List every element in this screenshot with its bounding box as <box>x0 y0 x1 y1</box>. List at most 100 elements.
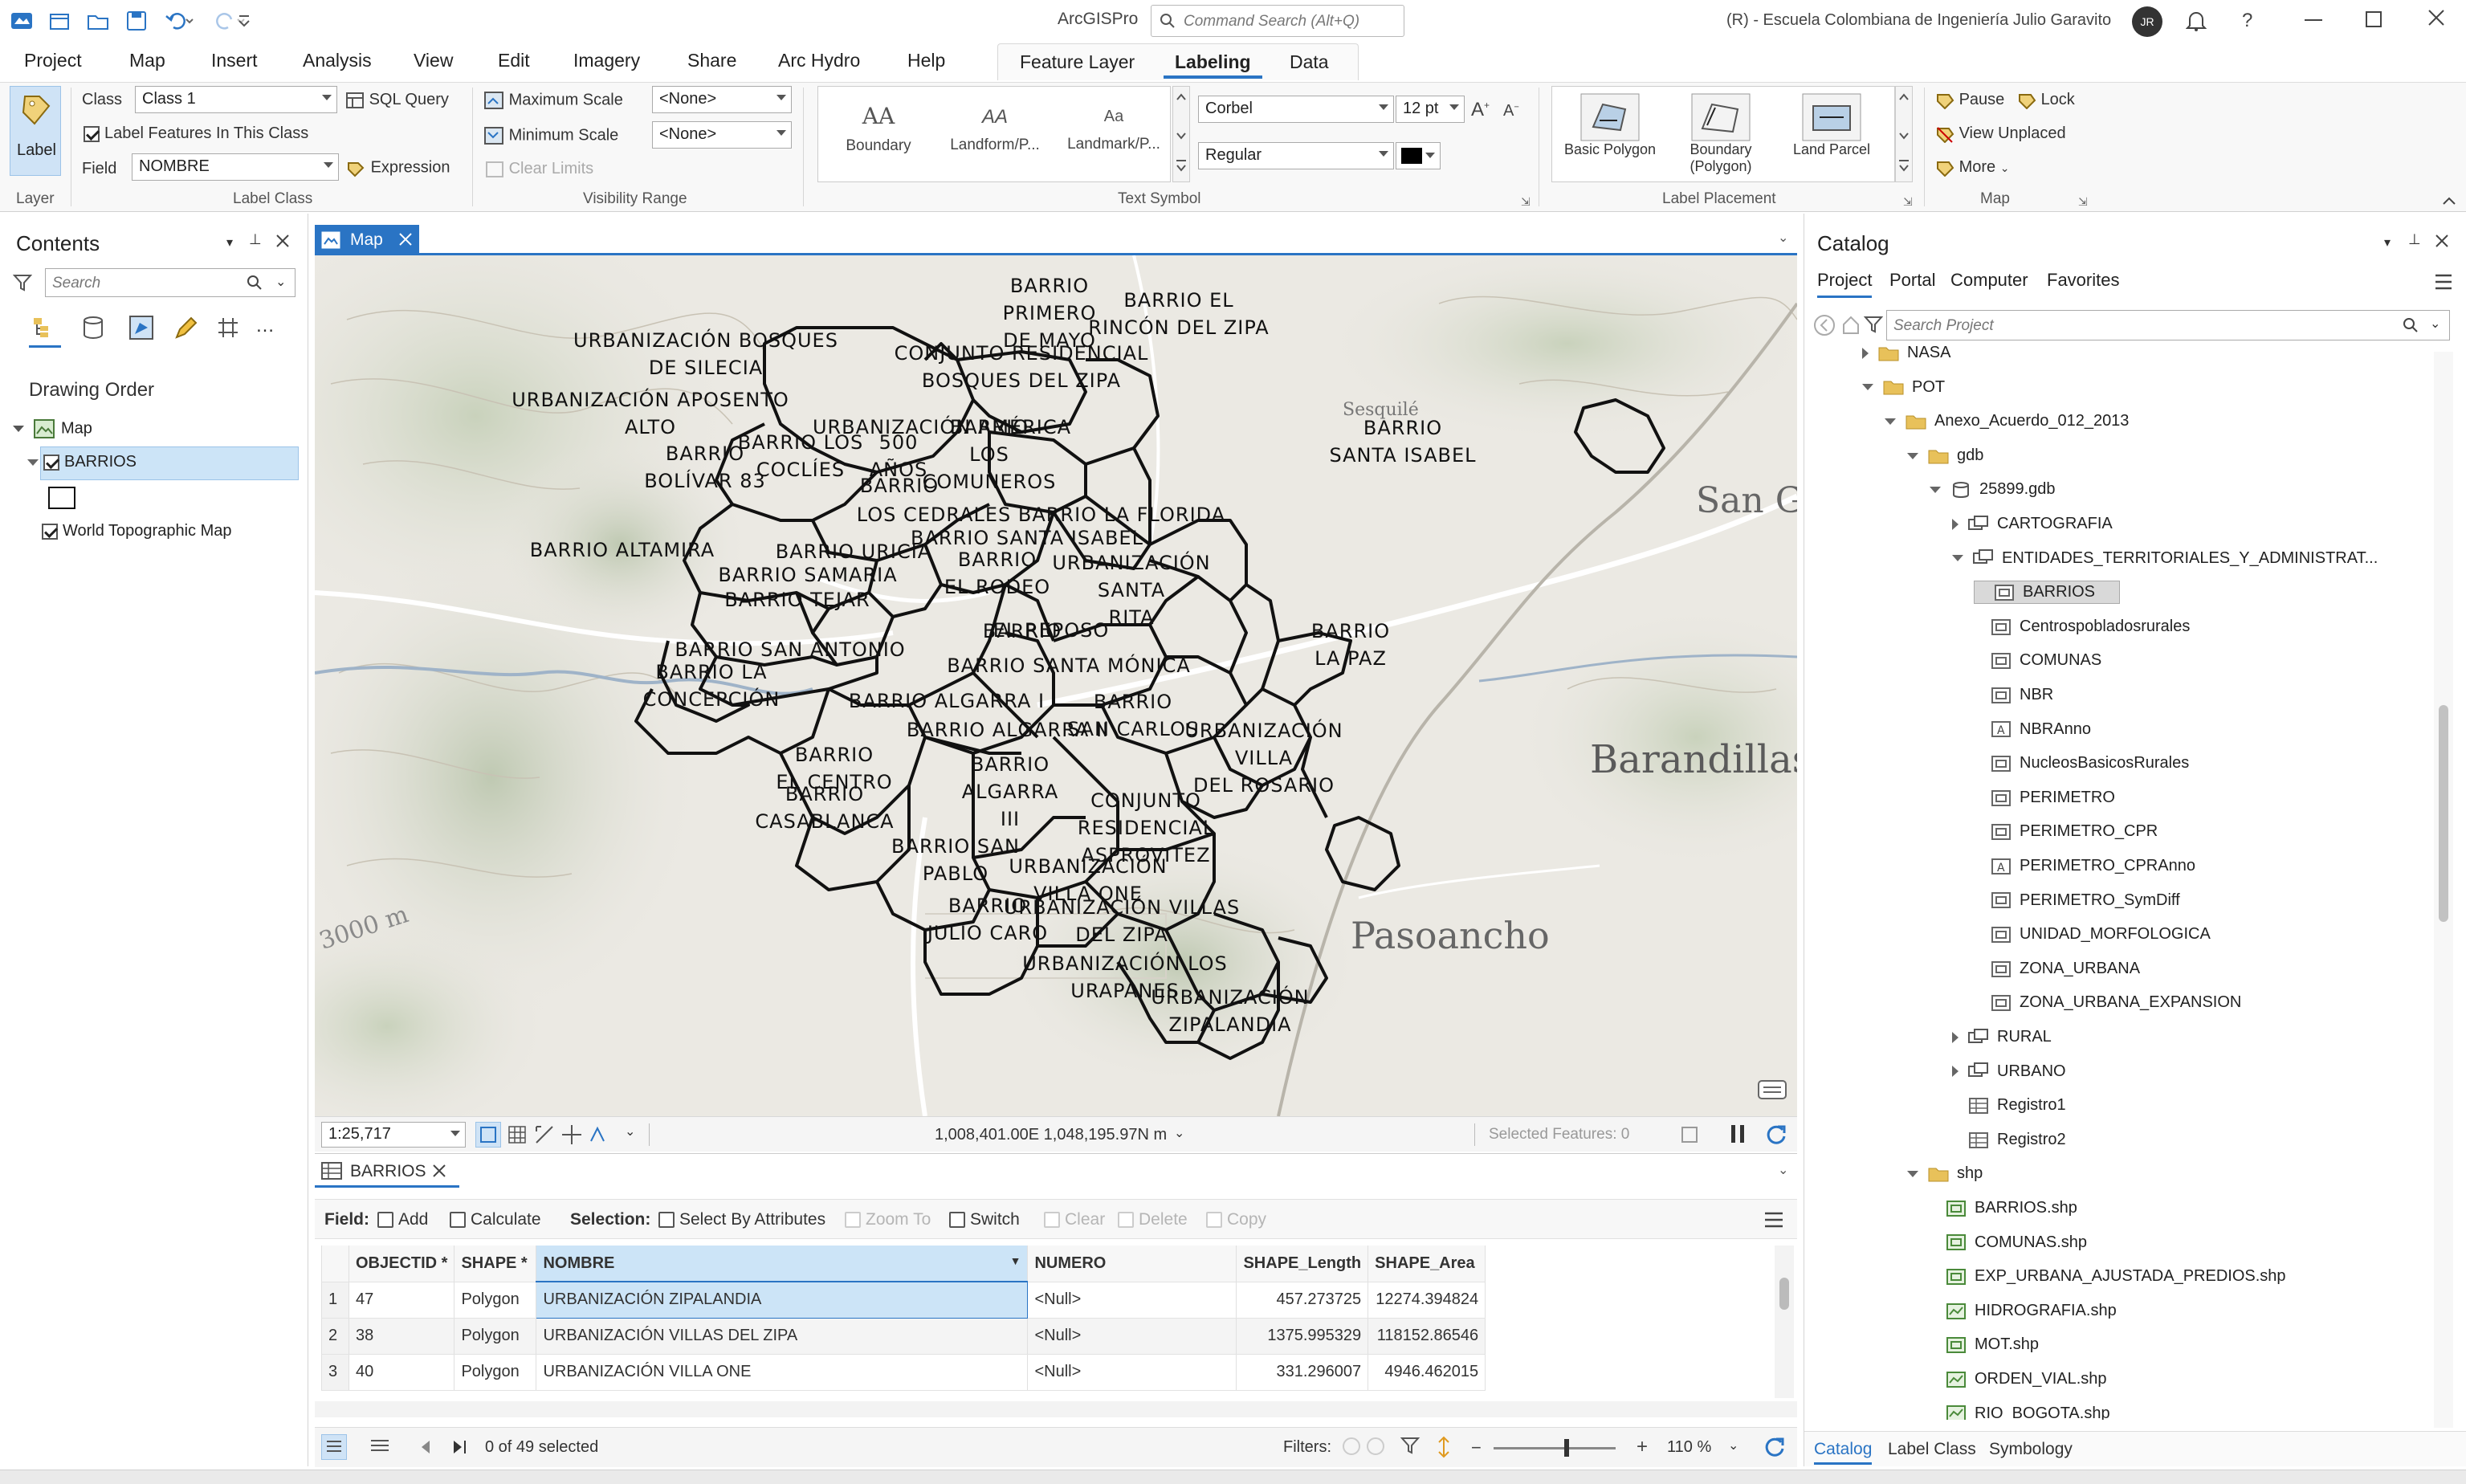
font-size-select[interactable]: 12 pt <box>1396 96 1465 123</box>
pane-options-icon[interactable]: ▾ <box>226 234 233 251</box>
table-cell[interactable]: 4946.462015 <box>1368 1354 1486 1391</box>
refresh-small-icon[interactable] <box>1680 1125 1699 1144</box>
catalog-item[interactable]: COMUNAS.shp <box>1930 1233 2087 1252</box>
pane-options-icon[interactable]: ▾ <box>2384 234 2391 251</box>
bottom-tab-symbology[interactable]: Symbology <box>1989 1440 2073 1459</box>
symbol-boundary[interactable]: AA Boundary <box>826 92 931 178</box>
close-icon[interactable] <box>2427 8 2446 27</box>
catalog-item[interactable]: UNIDAD_MORFOLOGICA <box>1975 925 2211 944</box>
refresh-icon[interactable] <box>1763 1436 1786 1458</box>
collapse-icon[interactable] <box>1952 555 1963 562</box>
chevron-down-icon[interactable]: ⌄ <box>1778 1162 1788 1178</box>
placement-gallery-scroll[interactable] <box>1895 86 1913 182</box>
catalog-item[interactable]: NBR <box>1975 686 2053 704</box>
menu-edit[interactable]: Edit <box>493 50 535 71</box>
tab-labeling[interactable]: Labeling <box>1164 45 1262 79</box>
collapse-icon[interactable] <box>1930 487 1941 494</box>
list-by-snapping-icon[interactable] <box>215 315 241 340</box>
filter-icon[interactable] <box>1400 1436 1423 1458</box>
table-cell[interactable]: 40 <box>349 1354 455 1391</box>
column-header[interactable]: SHAPE_Area <box>1368 1246 1486 1282</box>
collapse-icon[interactable] <box>1885 418 1896 425</box>
list-by-drawing-order-icon[interactable] <box>32 315 58 340</box>
map-view-tab[interactable]: Map <box>315 225 419 255</box>
layer-visibility-checkbox[interactable] <box>43 454 59 471</box>
lock-button[interactable]: Lock <box>2017 91 2075 109</box>
command-search[interactable]: Command Search (Alt+Q) <box>1151 5 1404 37</box>
pause-button[interactable]: Pause <box>1935 91 2004 109</box>
row-number[interactable]: 1 <box>321 1282 349 1319</box>
select-by-attributes-button[interactable]: Select By Attributes <box>658 1210 825 1229</box>
catalog-tab-computer[interactable]: Computer <box>1950 270 2028 291</box>
view-unplaced-button[interactable]: View Unplaced <box>1935 124 2066 143</box>
catalog-item[interactable]: COMUNAS <box>1975 651 2101 670</box>
more-button[interactable]: More ⌄ <box>1935 158 2009 177</box>
more-options-icon[interactable]: … <box>255 315 275 337</box>
max-scale-select[interactable]: <None> <box>652 86 792 113</box>
expand-icon[interactable] <box>1952 518 1959 530</box>
switch-selection-button[interactable]: Switch <box>949 1210 1020 1229</box>
show-all-records-icon[interactable] <box>321 1434 347 1460</box>
column-header-nombre[interactable]: NOMBRE ▼ <box>536 1246 1029 1282</box>
catalog-item[interactable]: PERIMETRO_CPR <box>1975 822 2158 841</box>
table-cell[interactable]: <Null> <box>1027 1318 1237 1355</box>
placement-land-parcel[interactable]: Land Parcel <box>1780 90 1883 180</box>
map-launcher-icon[interactable]: ⇲ <box>2078 195 2088 209</box>
zoom-slider-track[interactable] <box>1494 1447 1616 1449</box>
catalog-item[interactable]: CARTOGRAFIA <box>1952 515 2113 533</box>
grid-icon[interactable] <box>506 1123 528 1146</box>
bottom-tab-catalog[interactable]: Catalog <box>1814 1440 1873 1465</box>
catalog-scrollbar[interactable] <box>2434 352 2453 1428</box>
clear-selection-button[interactable]: Clear <box>1044 1210 1105 1229</box>
collapse-icon[interactable] <box>1907 452 1918 459</box>
table-tab[interactable]: BARRIOS <box>315 1154 459 1188</box>
pin-icon[interactable]: ⊥ <box>249 231 262 248</box>
table-cell[interactable]: 118152.86546 <box>1368 1318 1486 1355</box>
column-header[interactable]: OBJECTID * <box>349 1246 455 1282</box>
zoom-in-icon[interactable]: + <box>1637 1436 1648 1458</box>
catalog-item[interactable]: RIO_BOGOTA.shp <box>1930 1404 2110 1420</box>
menu-help[interactable]: Help <box>903 50 950 71</box>
catalog-item[interactable]: NucleosBasicosRurales <box>1975 754 2189 773</box>
placement-basic-polygon[interactable]: Basic Polygon <box>1559 90 1661 180</box>
table-cell[interactable]: Polygon <box>454 1282 537 1319</box>
zoom-slider-thumb[interactable] <box>1564 1439 1569 1457</box>
extent-filter-icon[interactable] <box>1343 1437 1360 1455</box>
new-project-icon[interactable] <box>48 11 71 32</box>
catalog-item[interactable]: EXP_URBANA_AJUSTADA_PREDIOS.shp <box>1930 1267 2286 1286</box>
table-cell[interactable]: 331.296007 <box>1236 1354 1369 1391</box>
table-cell[interactable]: 12274.394824 <box>1368 1282 1486 1319</box>
font-style-select[interactable]: Regular <box>1198 142 1394 169</box>
first-record-icon[interactable] <box>414 1437 434 1457</box>
scroll-thumb[interactable] <box>1779 1278 1789 1310</box>
catalog-item[interactable]: PERIMETRO_SymDiff <box>1975 891 2180 910</box>
expand-icon[interactable] <box>1862 347 1869 359</box>
close-pane-icon[interactable] <box>2434 233 2450 249</box>
constraints-icon[interactable] <box>560 1123 583 1146</box>
map-tree-item[interactable]: Map <box>13 419 92 438</box>
symbol-landmark[interactable]: Aa Landmark/P... <box>1058 92 1170 178</box>
filter-icon[interactable] <box>1864 315 1885 336</box>
row-number[interactable]: 3 <box>321 1354 349 1391</box>
text-symbol-launcher-icon[interactable]: ⇲ <box>1521 195 1531 209</box>
back-icon[interactable] <box>1812 313 1836 337</box>
min-scale-select[interactable]: <None> <box>652 121 792 149</box>
definition-filter-icon[interactable] <box>1367 1437 1384 1455</box>
open-project-icon[interactable] <box>87 11 109 32</box>
table-row[interactable]: 3 40 Polygon URBANIZACIÓN VILLA ONE <Nul… <box>321 1354 1486 1391</box>
save-icon[interactable] <box>125 10 148 32</box>
menu-map[interactable]: Map <box>124 50 170 71</box>
catalog-item[interactable]: NASA <box>1862 344 1950 362</box>
help-icon[interactable]: ? <box>2242 10 2252 32</box>
catalog-search-input[interactable]: Search Project ⌄ <box>1886 310 2450 340</box>
scale-select[interactable]: 1:25,717 <box>321 1122 466 1148</box>
close-tab-icon[interactable] <box>398 232 413 247</box>
menu-share[interactable]: Share <box>683 50 741 71</box>
menu-insert[interactable]: Insert <box>206 50 263 71</box>
table-cell[interactable]: 38 <box>349 1318 455 1355</box>
catalog-item[interactable]: RURAL <box>1952 1028 2052 1046</box>
catalog-item[interactable]: POT <box>1862 378 1945 397</box>
customize-qat-icon[interactable] <box>236 11 252 31</box>
minimize-icon[interactable] <box>2305 19 2322 21</box>
catalog-item[interactable]: MOT.shp <box>1930 1335 2039 1354</box>
